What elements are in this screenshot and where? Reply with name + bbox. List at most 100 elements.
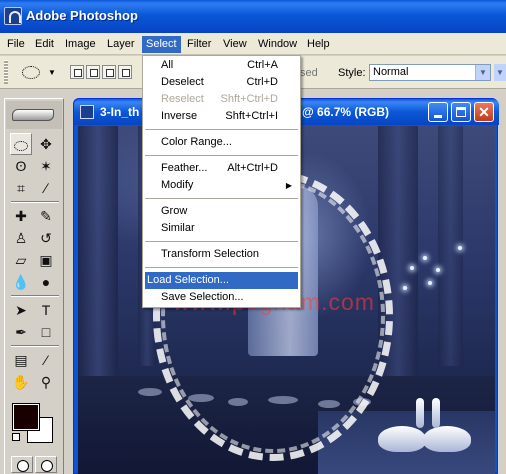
palette-header[interactable] — [6, 101, 62, 129]
menubar: File Edit Image Layer Select Filter View… — [0, 33, 506, 55]
menu-item-deselect[interactable]: Deselect Ctrl+D — [145, 74, 298, 91]
menu-item-modify[interactable]: Modify ▶ — [145, 177, 298, 194]
elliptical-marquee-tool[interactable] — [10, 133, 32, 155]
history-brush-tool[interactable]: ↺ — [35, 227, 57, 249]
select-menu-dropdown: All Ctrl+A Deselect Ctrl+D Reselect Shft… — [142, 55, 301, 308]
app-titlebar: Adobe Photoshop — [0, 0, 506, 33]
photoshop-logo-icon — [4, 7, 22, 25]
eyedropper-tool[interactable]: ⁄ — [35, 349, 57, 371]
menu-item-all[interactable]: All Ctrl+A — [145, 57, 298, 74]
app-title: Adobe Photoshop — [26, 8, 138, 23]
new-selection-button[interactable] — [70, 65, 84, 79]
foreground-color-swatch[interactable] — [12, 403, 40, 431]
dodge-tool[interactable]: ● — [35, 271, 57, 293]
menu-item-color-range[interactable]: Color Range... — [145, 134, 298, 151]
hand-tool[interactable]: ✋ — [10, 371, 32, 393]
slice-tool[interactable]: ∕ — [35, 177, 57, 199]
clone-stamp-tool[interactable]: ♙ — [10, 227, 32, 249]
sparkle — [410, 266, 414, 270]
menu-item-similar[interactable]: Similar — [145, 220, 298, 237]
subtract-from-selection-button[interactable] — [102, 65, 116, 79]
swan — [423, 426, 471, 452]
magic-wand-tool[interactable]: ✶ — [35, 155, 57, 177]
tree-trunk — [78, 126, 118, 386]
options-more-button[interactable]: ▼ — [494, 64, 506, 81]
menu-separator — [145, 129, 298, 130]
menu-item-reselect[interactable]: Reselect Shft+Ctrl+D — [145, 91, 298, 108]
document-zoom: @ 66.7% (RGB) — [302, 105, 390, 119]
menu-file[interactable]: File — [3, 36, 29, 53]
sparkle — [423, 256, 427, 260]
menu-help[interactable]: Help — [303, 36, 334, 53]
maximize-icon — [456, 107, 466, 117]
style-select[interactable]: Normal ▼ — [369, 64, 491, 81]
type-tool[interactable]: T — [35, 299, 57, 321]
sparkle — [428, 281, 432, 285]
sparkle — [403, 286, 407, 290]
adobe-feather-icon — [12, 109, 54, 121]
palette-divider — [11, 295, 59, 297]
menu-window[interactable]: Window — [254, 36, 301, 53]
document-name: 3-In_th — [100, 105, 140, 119]
marquee-icon — [14, 141, 28, 152]
pen-tool[interactable]: ✒ — [10, 321, 32, 343]
path-selection-tool[interactable]: ➤ — [10, 299, 32, 321]
sparkle — [436, 268, 440, 272]
chevron-down-icon: ▼ — [48, 68, 56, 77]
menu-layer[interactable]: Layer — [103, 36, 139, 53]
eraser-tool[interactable]: ▱ — [10, 249, 32, 271]
stone — [138, 388, 162, 396]
menu-separator — [145, 198, 298, 199]
chevron-down-icon[interactable]: ▼ — [475, 65, 490, 80]
standard-mode-button[interactable] — [11, 456, 33, 473]
style-select-value: Normal — [373, 66, 409, 78]
add-to-selection-button[interactable] — [86, 65, 100, 79]
menu-filter[interactable]: Filter — [183, 36, 215, 53]
document-icon — [80, 105, 94, 119]
maximize-button[interactable] — [451, 102, 471, 122]
swan — [378, 426, 426, 452]
selection-mode-buttons — [70, 64, 140, 82]
menu-item-save-selection[interactable]: Save Selection... — [145, 289, 298, 306]
style-label: Style: — [338, 67, 366, 79]
zoom-tool[interactable]: ⚲ — [35, 371, 57, 393]
menu-separator — [145, 155, 298, 156]
anti-aliased-label: sed — [300, 67, 318, 79]
close-button[interactable]: ✕ — [474, 102, 494, 122]
menu-edit[interactable]: Edit — [31, 36, 58, 53]
tool-palette: ✥ ʘ ✶ ⌗ ∕ ✚ ✎ ♙ ↺ ▱ ▣ 💧 ● ➤ T ✒ □ ▤ ⁄ ✋ … — [4, 98, 64, 474]
menu-item-grow[interactable]: Grow — [145, 203, 298, 220]
shape-tool[interactable]: □ — [35, 321, 57, 343]
options-grip[interactable] — [4, 60, 8, 84]
elliptical-marquee-icon — [22, 66, 40, 79]
tool-preset-picker[interactable]: ▼ — [18, 62, 62, 84]
menu-item-transform-selection[interactable]: Transform Selection — [145, 246, 298, 263]
palette-divider — [11, 345, 59, 347]
blur-tool[interactable]: 💧 — [10, 271, 32, 293]
menu-separator — [145, 267, 298, 268]
healing-brush-tool[interactable]: ✚ — [10, 205, 32, 227]
menu-item-feather[interactable]: Feather... Alt+Ctrl+D — [145, 160, 298, 177]
crop-tool[interactable]: ⌗ — [10, 177, 32, 199]
move-tool[interactable]: ✥ — [35, 133, 57, 155]
notes-tool[interactable]: ▤ — [10, 349, 32, 371]
gradient-tool[interactable]: ▣ — [35, 249, 57, 271]
lasso-tool[interactable]: ʘ — [10, 155, 32, 177]
menu-select[interactable]: Select — [142, 36, 181, 53]
menu-item-inverse[interactable]: Inverse Shft+Ctrl+I — [145, 108, 298, 125]
close-icon: ✕ — [478, 104, 490, 120]
menu-view[interactable]: View — [219, 36, 251, 53]
menu-image[interactable]: Image — [61, 36, 100, 53]
minimize-icon — [434, 115, 442, 118]
minimize-button[interactable] — [428, 102, 448, 122]
intersect-selection-button[interactable] — [118, 65, 132, 79]
quick-mask-mode-button[interactable] — [35, 456, 57, 473]
sparkle — [458, 246, 462, 250]
brush-tool[interactable]: ✎ — [35, 205, 57, 227]
swan-neck — [416, 398, 424, 428]
menu-item-load-selection[interactable]: Load Selection... — [145, 272, 298, 289]
swan-neck — [432, 398, 440, 428]
menu-separator — [145, 241, 298, 242]
submenu-arrow-icon: ▶ — [285, 181, 292, 190]
default-colors-icon[interactable] — [12, 433, 20, 441]
